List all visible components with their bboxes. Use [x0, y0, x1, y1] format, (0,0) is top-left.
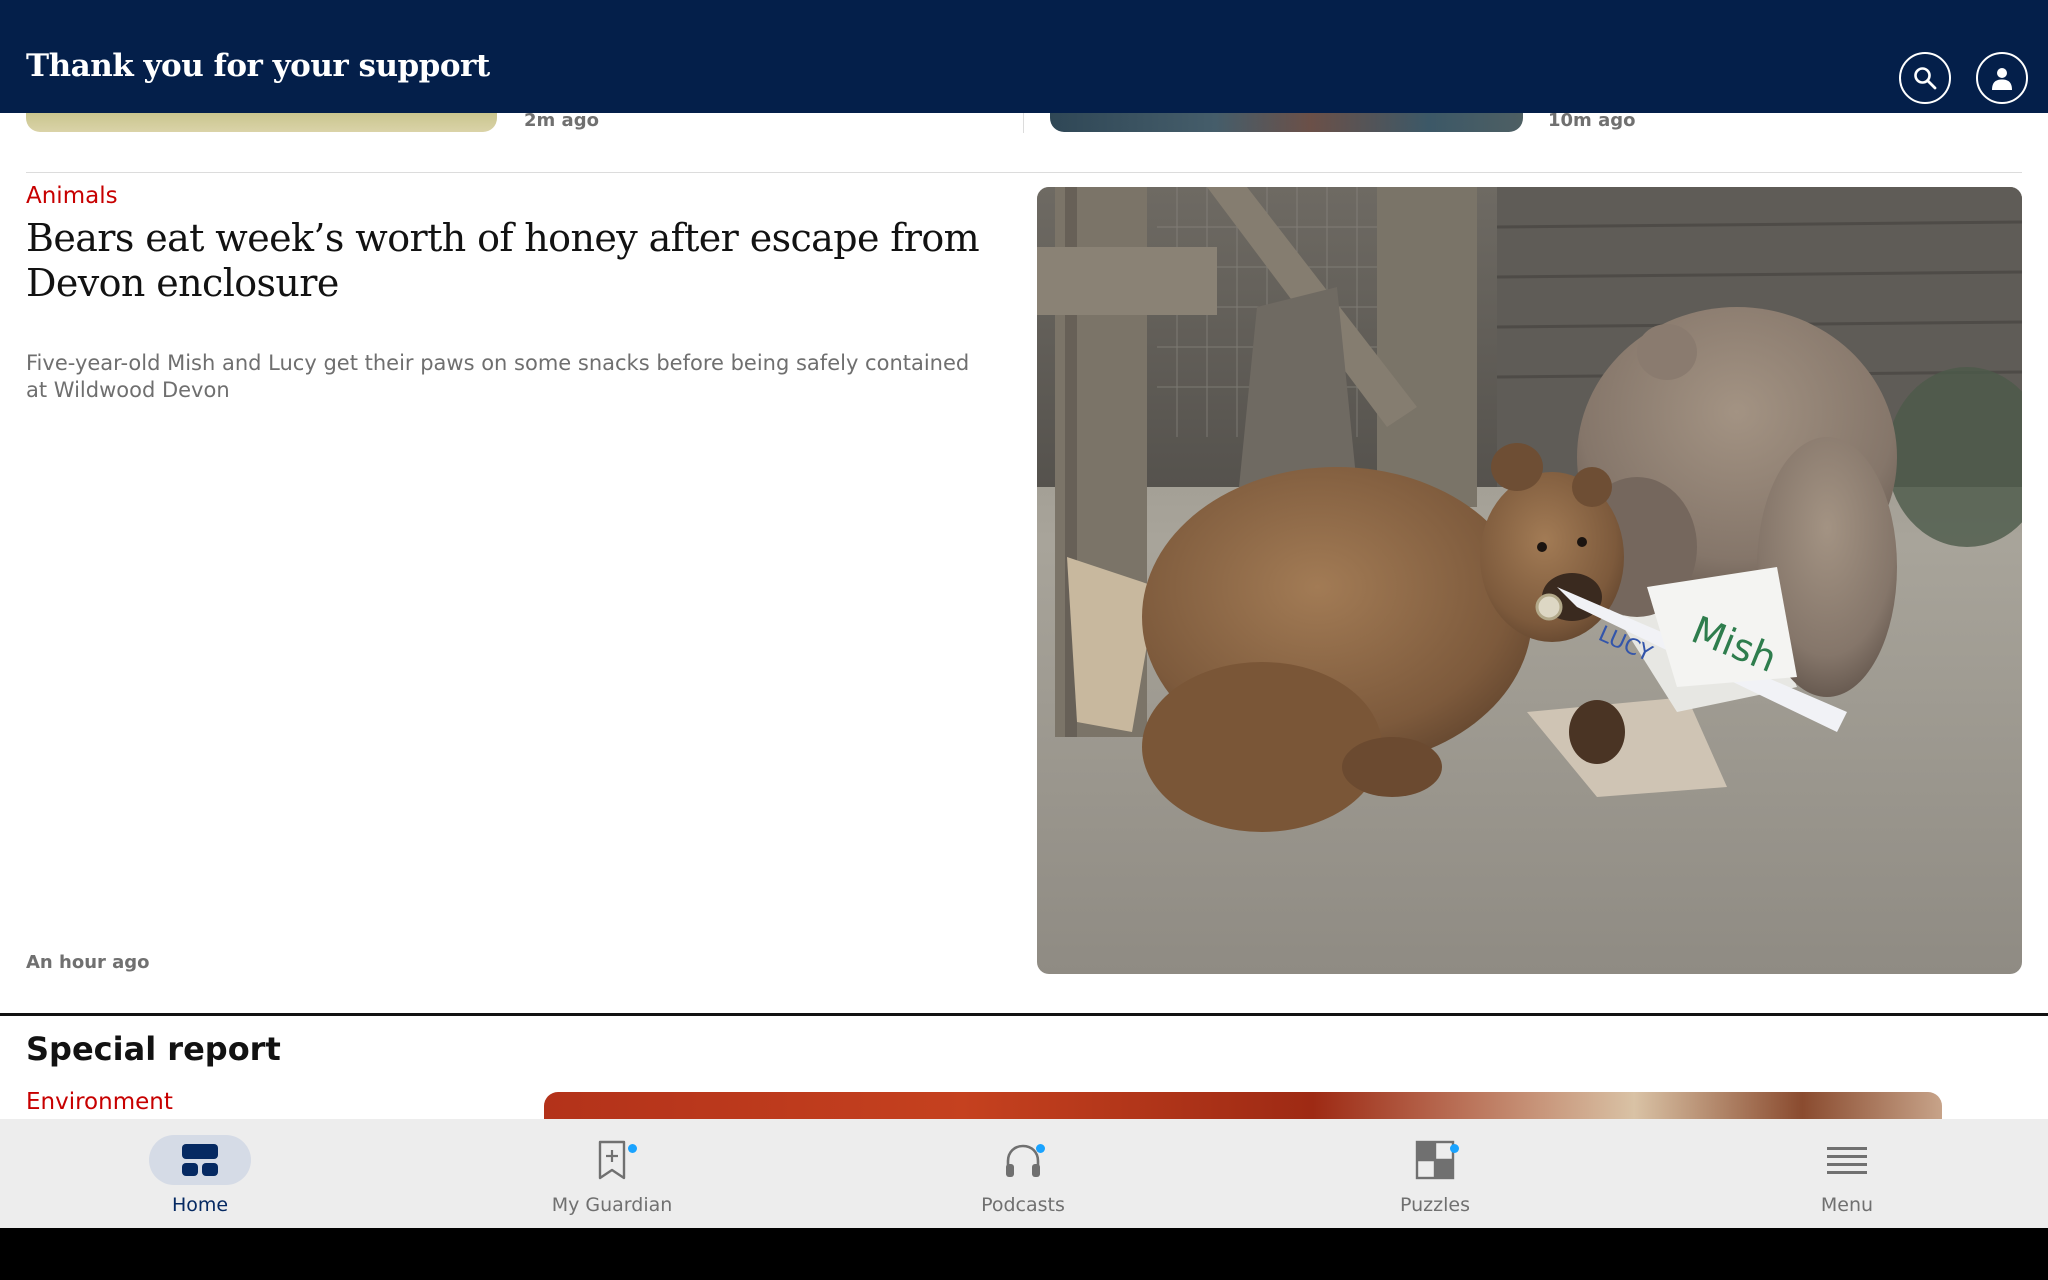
- bookmark-icon: [598, 1140, 626, 1180]
- nav-label: Puzzles: [1400, 1194, 1470, 1216]
- previous-article-time: 10m ago: [1548, 110, 1636, 131]
- notification-dot: [628, 1144, 637, 1153]
- profile-icon: [1992, 68, 2012, 90]
- menu-icon: [1827, 1147, 1867, 1174]
- special-report-image[interactable]: [544, 1092, 1942, 1122]
- puzzle-grid-icon: [1415, 1140, 1455, 1180]
- nav-label: Home: [171, 1194, 229, 1216]
- article-kicker[interactable]: Animals: [26, 183, 118, 209]
- nav-my-guardian[interactable]: My Guardian: [492, 1119, 732, 1228]
- nav-label: Podcasts: [981, 1194, 1065, 1216]
- search-icon: [1914, 67, 1937, 90]
- article-image[interactable]: Mish LUCY: [1037, 187, 2022, 974]
- search-button[interactable]: [1899, 52, 1951, 104]
- previous-article-time: 2m ago: [524, 110, 599, 131]
- profile-button[interactable]: [1976, 52, 2028, 104]
- nav-puzzles[interactable]: Puzzles: [1315, 1119, 1555, 1228]
- nav-label: My Guardian: [551, 1194, 673, 1216]
- article-standfirst: Five-year-old Mish and Lucy get their pa…: [26, 351, 970, 402]
- article-headline[interactable]: Bears eat week’s worth of honey after es…: [26, 216, 1016, 306]
- nav-label: Menu: [1820, 1194, 1874, 1216]
- column-divider: [1023, 113, 1024, 133]
- bottom-navigation: Home My Guardian Podcasts Puzzles Menu: [0, 1119, 2048, 1228]
- top-bar: Thank you for your support: [0, 0, 2048, 113]
- article-kicker[interactable]: Environment: [26, 1089, 173, 1115]
- nav-podcasts-pill: [972, 1135, 1074, 1185]
- notification-dot: [1036, 1144, 1045, 1153]
- section-rule: [0, 1013, 2048, 1016]
- nav-my-guardian-pill: [561, 1135, 663, 1185]
- nav-podcasts[interactable]: Podcasts: [903, 1119, 1143, 1228]
- row-divider: [26, 172, 2022, 173]
- nav-menu[interactable]: Menu: [1727, 1119, 1967, 1228]
- nav-menu-pill: [1796, 1135, 1898, 1185]
- section-title: Special report: [26, 1030, 281, 1068]
- support-message: Thank you for your support: [26, 48, 490, 84]
- system-navigation-bar: [0, 1228, 2048, 1280]
- nav-home[interactable]: Home: [80, 1119, 320, 1228]
- notification-dot: [1450, 1144, 1459, 1153]
- home-icon: [182, 1144, 218, 1176]
- nav-home-pill: [149, 1135, 251, 1185]
- nav-puzzles-pill: [1384, 1135, 1486, 1185]
- article-age: An hour ago: [26, 952, 150, 973]
